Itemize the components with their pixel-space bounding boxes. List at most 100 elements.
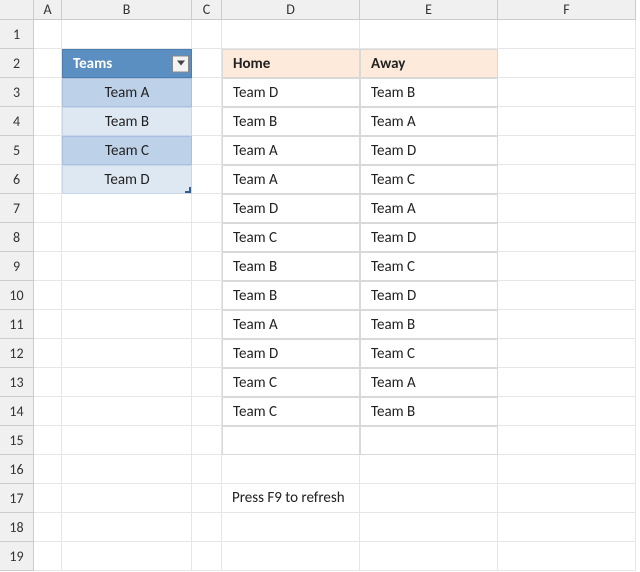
schedule-home-cell[interactable]: Team D [222,194,360,223]
teams-row[interactable]: Team D [62,165,192,194]
schedule-empty-cell[interactable] [360,426,498,455]
cell-C10[interactable] [192,281,222,310]
cell-C2[interactable] [192,49,222,78]
schedule-away-cell[interactable]: Team C [360,165,498,194]
schedule-empty-cell[interactable] [222,426,360,455]
schedule-home-cell[interactable]: Team C [222,223,360,252]
cell-B15[interactable] [62,426,192,455]
row-header-13[interactable]: 13 [0,368,34,397]
row-header-3[interactable]: 3 [0,78,34,107]
row-header-7[interactable]: 7 [0,194,34,223]
away-header-cell[interactable]: Away [360,49,498,78]
cell-C6[interactable] [192,165,222,194]
cell-E16[interactable] [360,455,498,484]
cell-F17[interactable] [498,484,636,513]
cell-C18[interactable] [192,513,222,542]
schedule-away-cell[interactable]: Team D [360,223,498,252]
teams-row[interactable]: Team C [62,136,192,165]
row-header-15[interactable]: 15 [0,426,34,455]
schedule-away-cell[interactable]: Team D [360,281,498,310]
cell-B10[interactable] [62,281,192,310]
cell-F1[interactable] [498,20,636,49]
cell-D16[interactable] [222,455,360,484]
schedule-home-cell[interactable]: Team A [222,165,360,194]
cell-F3[interactable] [498,78,636,107]
col-header-E[interactable]: E [360,0,498,20]
cell-A14[interactable] [34,397,62,426]
schedule-away-cell[interactable]: Team D [360,136,498,165]
row-header-14[interactable]: 14 [0,397,34,426]
cell-B14[interactable] [62,397,192,426]
cell-C3[interactable] [192,78,222,107]
cell-A4[interactable] [34,107,62,136]
table-resize-handle-icon[interactable] [185,187,191,193]
cell-F16[interactable] [498,455,636,484]
cell-F11[interactable] [498,310,636,339]
schedule-home-cell[interactable]: Team D [222,78,360,107]
row-header-8[interactable]: 8 [0,223,34,252]
schedule-away-cell[interactable]: Team B [360,397,498,426]
cell-A8[interactable] [34,223,62,252]
schedule-away-cell[interactable]: Team C [360,339,498,368]
cell-A9[interactable] [34,252,62,281]
cell-B18[interactable] [62,513,192,542]
cell-A1[interactable] [34,20,62,49]
cell-B8[interactable] [62,223,192,252]
cell-B19[interactable] [62,542,192,571]
cell-E19[interactable] [360,542,498,571]
cell-B12[interactable] [62,339,192,368]
cell-A6[interactable] [34,165,62,194]
col-header-C[interactable]: C [192,0,222,20]
cell-C1[interactable] [192,20,222,49]
cell-C7[interactable] [192,194,222,223]
cell-C13[interactable] [192,368,222,397]
row-header-19[interactable]: 19 [0,542,34,571]
cell-A18[interactable] [34,513,62,542]
col-header-D[interactable]: D [222,0,360,20]
select-all-corner[interactable] [0,0,34,20]
cell-F12[interactable] [498,339,636,368]
cell-C8[interactable] [192,223,222,252]
schedule-away-cell[interactable]: Team A [360,368,498,397]
teams-row[interactable]: Team A [62,78,192,107]
cell-A2[interactable] [34,49,62,78]
cell-A17[interactable] [34,484,62,513]
cell-F18[interactable] [498,513,636,542]
cell-C14[interactable] [192,397,222,426]
col-header-B[interactable]: B [62,0,192,20]
cell-B9[interactable] [62,252,192,281]
row-header-9[interactable]: 9 [0,252,34,281]
cell-A12[interactable] [34,339,62,368]
cell-A7[interactable] [34,194,62,223]
row-header-16[interactable]: 16 [0,455,34,484]
cell-C11[interactable] [192,310,222,339]
cell-B13[interactable] [62,368,192,397]
cell-F7[interactable] [498,194,636,223]
cell-B11[interactable] [62,310,192,339]
row-header-11[interactable]: 11 [0,310,34,339]
row-header-4[interactable]: 4 [0,107,34,136]
cell-A15[interactable] [34,426,62,455]
cell-C12[interactable] [192,339,222,368]
cell-B1[interactable] [62,20,192,49]
schedule-home-cell[interactable]: Team A [222,310,360,339]
cell-B17[interactable] [62,484,192,513]
cell-E17[interactable] [360,484,498,513]
cell-C9[interactable] [192,252,222,281]
cell-C17[interactable] [192,484,222,513]
col-header-F[interactable]: F [498,0,636,20]
cell-A16[interactable] [34,455,62,484]
home-header-cell[interactable]: Home [222,49,360,78]
cell-F10[interactable] [498,281,636,310]
row-header-5[interactable]: 5 [0,136,34,165]
col-header-A[interactable]: A [34,0,62,20]
cell-A11[interactable] [34,310,62,339]
cell-A10[interactable] [34,281,62,310]
cell-F8[interactable] [498,223,636,252]
schedule-home-cell[interactable]: Team A [222,136,360,165]
cell-F13[interactable] [498,368,636,397]
row-header-10[interactable]: 10 [0,281,34,310]
teams-row[interactable]: Team B [62,107,192,136]
schedule-away-cell[interactable]: Team A [360,194,498,223]
cell-C16[interactable] [192,455,222,484]
